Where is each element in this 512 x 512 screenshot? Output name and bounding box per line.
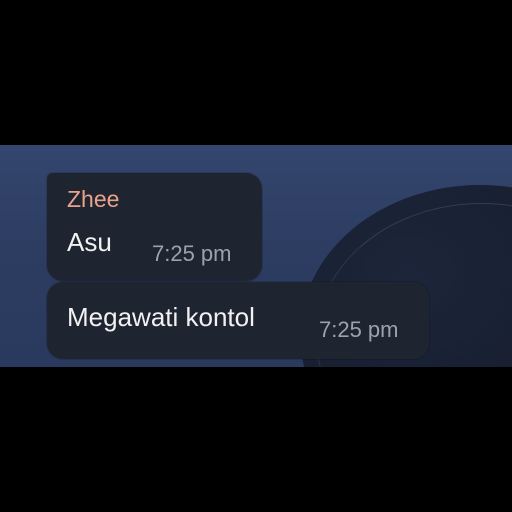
sender-name[interactable]: Zhee (67, 186, 119, 213)
message-text: Megawati kontol (67, 302, 255, 332)
message-time: 7:25 pm (152, 241, 232, 266)
message-bubble[interactable]: Megawati kontol 7:25 pm (47, 282, 429, 359)
message-time: 7:25 pm (319, 317, 399, 342)
chat-area: Zhee Asu 7:25 pm Megawati kontol 7:25 pm (0, 145, 512, 367)
message-bubble[interactable]: Zhee Asu 7:25 pm (47, 173, 262, 281)
message-text: Asu (67, 227, 112, 257)
